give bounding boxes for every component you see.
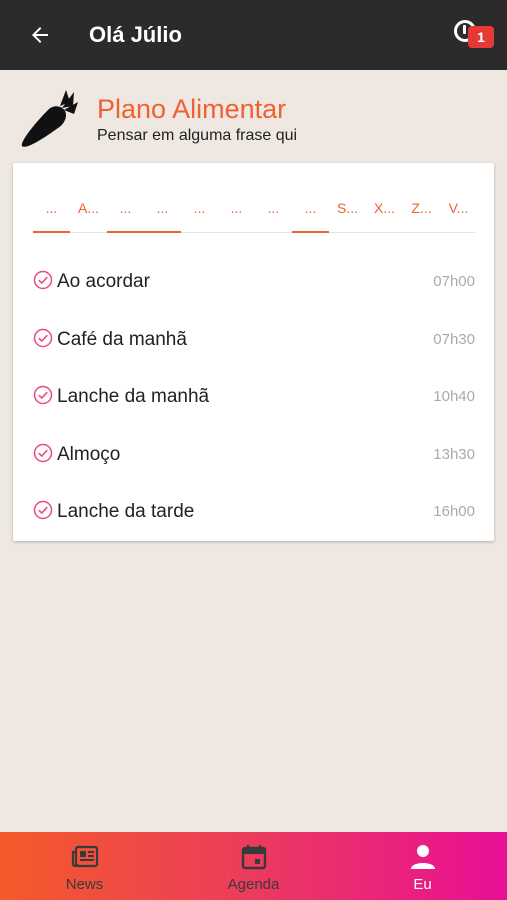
meal-name: Lanche da tarde — [57, 501, 195, 522]
check-circle-icon — [33, 270, 53, 290]
check-circle-icon — [33, 385, 53, 405]
notification-badge: 1 — [468, 26, 494, 48]
plan-subtitle: Pensar em alguma frase qui — [97, 127, 298, 144]
top-app-bar: Olá Júlio 1 — [0, 0, 507, 70]
day-tabs: ... A... ... ... ... ... ... ... S... X.… — [33, 193, 475, 233]
notifications-button[interactable]: 1 — [448, 16, 496, 52]
meal-name: Almoço — [57, 443, 121, 465]
nav-news-label: News — [65, 876, 104, 893]
arrow-left-icon — [32, 27, 48, 43]
meal-time: 16h00 — [433, 503, 475, 520]
nav-news[interactable]: News — [0, 832, 169, 900]
bottom-navigation: News Agenda Eu — [0, 832, 507, 900]
tab-day[interactable]: ... — [255, 193, 292, 233]
meal-name: Ao acordar — [57, 271, 150, 292]
meal-name: Café da manhã — [57, 328, 187, 350]
meal-item[interactable]: Ao acordar 07h00 — [13, 254, 494, 312]
meal-item[interactable]: Almoço 13h30 — [13, 427, 494, 485]
tab-day[interactable]: ... — [107, 193, 144, 233]
meal-item[interactable]: Lanche da tarde 16h00 — [13, 484, 494, 542]
newspaper-icon — [71, 845, 98, 868]
tab-day[interactable]: ... — [218, 193, 255, 233]
tab-day[interactable]: ... — [181, 193, 218, 233]
page-title: Olá Júlio — [89, 22, 182, 47]
meal-time: 07h30 — [433, 330, 475, 348]
meal-time: 07h00 — [433, 273, 475, 290]
meal-list: Ao acordar 07h00 Café da manhã 07h30 Lan… — [13, 254, 494, 542]
tab-day[interactable]: ... — [144, 193, 181, 233]
meal-name: Lanche da manhã — [57, 386, 210, 407]
meal-time: 13h30 — [433, 445, 475, 463]
nav-eu-label: Eu — [413, 876, 432, 893]
nav-agenda-label: Agenda — [227, 876, 280, 893]
check-circle-icon — [33, 328, 53, 347]
plan-title: Plano Alimentar — [97, 94, 287, 124]
meal-plan-card: ... A... ... ... ... ... ... ... S... X.… — [13, 163, 494, 541]
person-icon — [410, 845, 435, 869]
tab-day[interactable]: ... — [292, 193, 329, 233]
meal-item[interactable]: Lanche da manhã 10h40 — [13, 369, 494, 427]
calendar-icon — [241, 845, 266, 870]
check-circle-icon — [33, 443, 53, 462]
nav-eu[interactable]: Eu — [338, 832, 507, 900]
check-circle-icon — [33, 500, 53, 520]
tab-day[interactable]: S... — [329, 193, 366, 233]
tab-day[interactable]: V... — [440, 193, 477, 233]
nav-agenda[interactable]: Agenda — [169, 832, 338, 900]
meal-time: 10h40 — [433, 388, 475, 405]
back-button[interactable] — [22, 20, 58, 50]
carrot-icon — [16, 84, 82, 154]
meal-item[interactable]: Café da manhã 07h30 — [13, 312, 494, 370]
tab-day[interactable]: A... — [70, 193, 107, 233]
tab-day[interactable]: Z... — [403, 193, 440, 233]
tab-day[interactable]: ... — [33, 193, 70, 233]
tab-day[interactable]: X... — [366, 193, 403, 233]
